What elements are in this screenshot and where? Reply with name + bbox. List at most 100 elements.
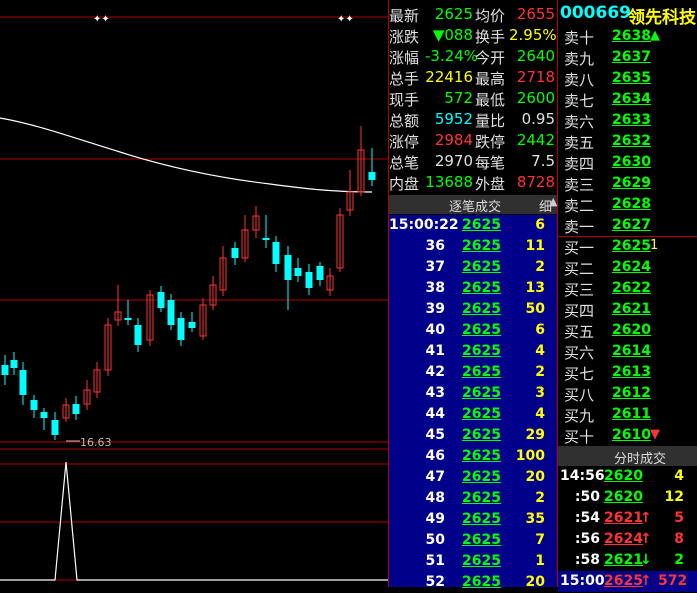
minute-row[interactable]: :50 2620 12 [558, 487, 697, 508]
sell-level[interactable]: 卖一 2627 [558, 215, 697, 236]
level-price: 2627 [612, 217, 651, 233]
quote-row: 涨停 2984 跌停 2442 [389, 130, 557, 151]
tick-row[interactable]: 46 2625 100 [389, 446, 557, 467]
chart-canvas[interactable]: 16.63 ✦✦ ✦✦ [0, 0, 388, 587]
stock-header[interactable]: 000669 领先科技 [558, 3, 697, 28]
minute-volume: 5 [674, 510, 684, 526]
candle-body [316, 266, 324, 280]
tick-volume: 4 [535, 406, 545, 422]
level-label: 卖八 [564, 71, 595, 89]
quote-value: 22416 [425, 68, 473, 86]
tick-row[interactable]: 42 2625 2 [389, 362, 557, 383]
level-price: 2628 [612, 196, 651, 212]
tick-row[interactable]: 47 2625 20 [389, 467, 557, 488]
sell-level[interactable]: 卖六 2633 [558, 110, 697, 131]
buy-level[interactable]: 买九 2611 [558, 404, 697, 425]
sell-level[interactable]: 卖九 2637 [558, 47, 697, 68]
tick-price: 2625 [462, 364, 501, 380]
minute-header[interactable]: 分时成交 [558, 446, 697, 467]
tick-row[interactable]: 51 2625 1 [389, 551, 557, 572]
tick-row[interactable]: 49 2625 35 [389, 509, 557, 530]
marker-icon: ✦✦ [337, 14, 354, 25]
tick-time: 52 [425, 574, 445, 590]
tick-row[interactable]: 45 2625 29 [389, 425, 557, 446]
tick-row[interactable]: 38 2625 13 [389, 278, 557, 299]
quote-label: 涨跌 [389, 28, 420, 46]
marker-icon: ✦✦ [93, 14, 110, 25]
tick-row[interactable]: 41 2625 4 [389, 341, 557, 362]
quote-value: 13688 [425, 173, 473, 191]
tick-price: 2625 [462, 427, 501, 443]
tick-row[interactable]: 15:00:22 2625 6 [389, 215, 557, 236]
stock-code: 000669 [560, 3, 631, 23]
sell-level[interactable]: 卖十 2638 ▲ [558, 26, 697, 47]
tick-price: 2625 [462, 511, 501, 527]
sell-level[interactable]: 卖五 2632 [558, 131, 697, 152]
tick-list[interactable]: 15:00:22 2625 6 36 2625 11 37 2625 2 38 2625 13 39 26… [389, 215, 557, 590]
candle-body [10, 360, 18, 368]
buy-level[interactable]: 买四 2621 [558, 299, 697, 320]
tick-volume: 20 [525, 469, 545, 485]
tick-time: 37 [425, 259, 445, 275]
level-marker: ▲ [650, 28, 660, 43]
minute-row[interactable]: :54 2621 ↑ 5 [558, 508, 697, 529]
level-label: 卖六 [564, 113, 595, 131]
sell-level[interactable]: 卖七 2634 [558, 89, 697, 110]
minute-row[interactable]: :56 2624 ↑ 8 [558, 529, 697, 550]
level-price: 2624 [612, 259, 651, 275]
indicator-line [0, 461, 388, 581]
minute-row[interactable]: 15:00 2625 ↑ 572 [558, 571, 697, 592]
tick-row[interactable]: 36 2625 11 [389, 236, 557, 257]
tick-row[interactable]: 43 2625 3 [389, 383, 557, 404]
buy-level[interactable]: 买六 2614 [558, 341, 697, 362]
quote-row: 现手 572 最低 2600 [389, 88, 557, 109]
tick-price: 2625 [462, 301, 501, 317]
level-label: 卖十 [564, 29, 595, 47]
buy-level[interactable]: 买八 2612 [558, 383, 697, 404]
buy-level[interactable]: 买五 2620 [558, 320, 697, 341]
candle-body [51, 420, 59, 435]
quote-value: 2625 [434, 5, 473, 23]
minute-time: :54 [574, 510, 600, 526]
buy-level[interactable]: 买二 2624 [558, 257, 697, 278]
candlestick-chart[interactable]: 16.63 ✦✦ ✦✦ [0, 0, 388, 587]
tick-row[interactable]: 52 2625 20 [389, 572, 557, 593]
level-price: 2638 [612, 28, 651, 44]
tick-row[interactable]: 37 2625 2 [389, 257, 557, 278]
tick-row[interactable]: 39 2625 50 [389, 299, 557, 320]
candle-body [157, 292, 165, 308]
candle-body [294, 268, 302, 276]
sell-level[interactable]: 卖二 2628 [558, 194, 697, 215]
ma-line [0, 117, 373, 193]
tick-time: 44 [425, 406, 445, 422]
scroll-up-icon[interactable]: ▲ [549, 195, 557, 208]
candle-body [272, 242, 280, 264]
buy-level[interactable]: 买十 2610 ▼ [558, 425, 697, 446]
tick-row[interactable]: 44 2625 4 [389, 404, 557, 425]
level-label: 卖三 [564, 176, 595, 194]
sell-level[interactable]: 卖四 2630 [558, 152, 697, 173]
buy-level[interactable]: 买一 2625 1 [558, 236, 697, 257]
sell-level[interactable]: 卖三 2629 [558, 173, 697, 194]
level-price: 2633 [612, 112, 651, 128]
level-price: 2611 [612, 406, 651, 422]
minute-row[interactable]: :58 2621 ↓ 2 [558, 550, 697, 571]
tick-time: 48 [425, 490, 445, 506]
minute-volume: 2 [674, 552, 684, 568]
sell-level[interactable]: 卖八 2635 [558, 68, 697, 89]
tick-header[interactable]: 逐笔成交 细 ▲ [389, 195, 557, 215]
level-label: 卖七 [564, 92, 595, 110]
candle-body [231, 248, 239, 258]
tick-row[interactable]: 40 2625 6 [389, 320, 557, 341]
tick-row[interactable]: 50 2625 7 [389, 530, 557, 551]
tick-volume: 2 [535, 259, 545, 275]
buy-level[interactable]: 买三 2622 [558, 278, 697, 299]
level-label: 买八 [564, 386, 595, 404]
minute-row[interactable]: 14:56 2620 4 [558, 466, 697, 487]
quote-value: -3.24% [425, 47, 479, 65]
tick-time: 41 [425, 343, 445, 359]
tick-row[interactable]: 48 2625 2 [389, 488, 557, 509]
buy-level[interactable]: 买七 2613 [558, 362, 697, 383]
level-label: 买二 [564, 260, 595, 278]
minute-time: :56 [574, 531, 600, 547]
